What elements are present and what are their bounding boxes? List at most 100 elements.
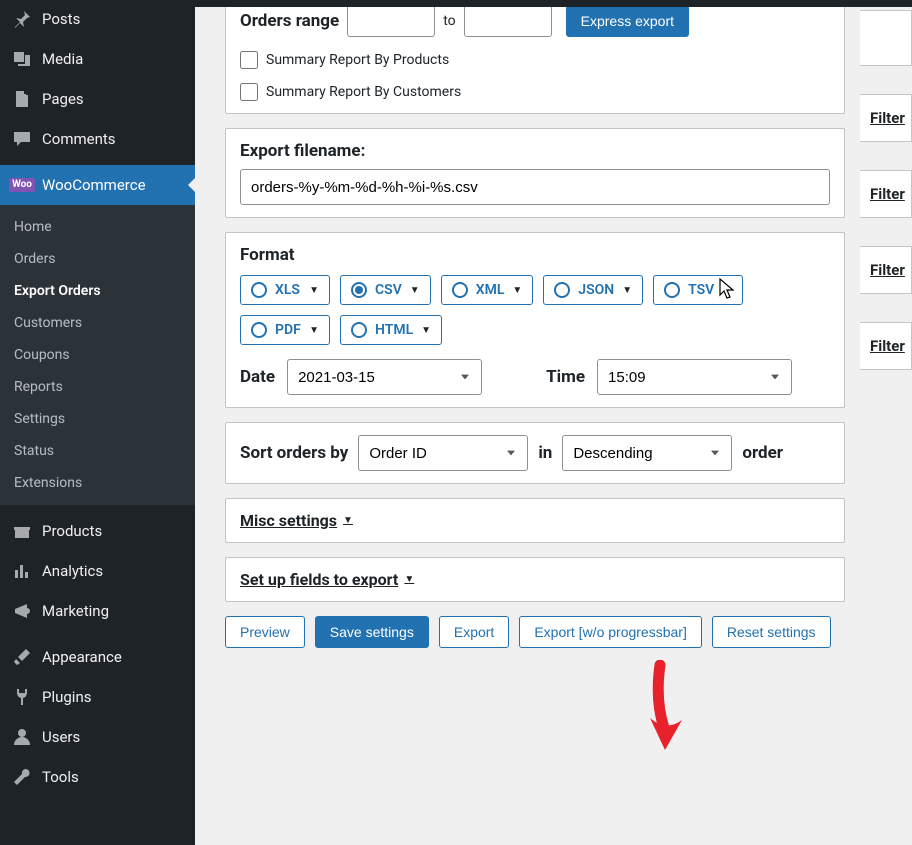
summary-customers-checkbox-row[interactable]: Summary Report By Customers — [240, 83, 830, 101]
summary-products-checkbox-row[interactable]: Summary Report By Products — [240, 51, 830, 69]
format-option-tsv[interactable]: TSV ▼ — [653, 275, 743, 305]
woocommerce-icon: Woo — [12, 175, 32, 195]
sidebar-item-marketing[interactable]: Marketing — [0, 591, 195, 631]
export-filename-input[interactable] — [240, 169, 830, 205]
orders-range-to-text: to — [443, 13, 455, 29]
format-option-pdf[interactable]: PDF ▼ — [240, 315, 330, 345]
format-label: Format — [240, 245, 830, 265]
sidebar-item-analytics[interactable]: Analytics — [0, 551, 195, 591]
chevron-down-icon: ▼ — [421, 325, 431, 336]
filter-stub[interactable]: Filter — [860, 322, 912, 370]
filter-stub[interactable] — [860, 10, 912, 66]
filter-stub[interactable]: Filter — [860, 246, 912, 294]
format-option-label: CSV — [375, 282, 402, 298]
sidebar-item-media[interactable]: Media — [0, 39, 195, 79]
filter-stub[interactable]: Filter — [860, 170, 912, 218]
sidebar-label: Pages — [42, 90, 84, 108]
admin-top-bar — [0, 0, 912, 7]
sort-direction-select[interactable]: Descending — [562, 435, 732, 471]
actions-row: Preview Save settings Export Export [w/o… — [225, 616, 865, 648]
annotation-arrow-icon — [640, 660, 690, 760]
chevron-down-icon: ▼ — [622, 285, 632, 296]
products-icon — [12, 521, 32, 541]
sidebar-item-tools[interactable]: Tools — [0, 757, 195, 797]
sub-orders[interactable]: Orders — [0, 243, 195, 275]
sub-settings[interactable]: Settings — [0, 403, 195, 435]
radio-icon — [351, 322, 367, 338]
summary-customers-label: Summary Report By Customers — [266, 84, 461, 100]
media-icon — [12, 49, 32, 69]
sub-coupons[interactable]: Coupons — [0, 339, 195, 371]
comment-icon — [12, 129, 32, 149]
sidebar-label: Media — [42, 50, 83, 68]
format-option-label: PDF — [275, 322, 301, 338]
chevron-down-icon: ▼ — [410, 285, 420, 296]
sidebar-item-posts[interactable]: Posts — [0, 7, 195, 39]
chevron-down-icon: ▼ — [404, 574, 414, 585]
orders-range-panel: Orders range to Express export Summary R… — [225, 4, 845, 114]
radio-icon — [251, 322, 267, 338]
sidebar-item-appearance[interactable]: Appearance — [0, 637, 195, 677]
format-option-html[interactable]: HTML ▼ — [340, 315, 442, 345]
sort-field-select[interactable]: Order ID — [358, 435, 528, 471]
misc-settings-toggle[interactable]: Misc settings ▼ — [240, 511, 353, 530]
time-select[interactable]: 15:09 — [597, 359, 792, 395]
chevron-down-icon: ▼ — [722, 285, 732, 296]
export-button[interactable]: Export — [439, 616, 509, 648]
reset-settings-button[interactable]: Reset settings — [712, 616, 831, 648]
sidebar-label: Analytics — [42, 562, 103, 580]
format-option-label: HTML — [375, 322, 413, 338]
pin-icon — [12, 9, 32, 29]
date-label: Date — [240, 367, 275, 387]
sub-export-orders[interactable]: Export Orders — [0, 275, 195, 307]
export-no-progress-button[interactable]: Export [w/o progressbar] — [519, 616, 702, 648]
page-icon — [12, 89, 32, 109]
format-option-label: TSV — [688, 282, 714, 298]
misc-settings-panel: Misc settings ▼ — [225, 498, 845, 543]
sidebar-item-pages[interactable]: Pages — [0, 79, 195, 119]
save-settings-button[interactable]: Save settings — [315, 616, 429, 648]
sidebar-label: Marketing — [42, 602, 109, 620]
sort-panel: Sort orders by Order ID in Descending or… — [225, 422, 845, 484]
express-export-button[interactable]: Express export — [566, 5, 689, 37]
sub-customers[interactable]: Customers — [0, 307, 195, 339]
sidebar-item-comments[interactable]: Comments — [0, 119, 195, 159]
preview-button[interactable]: Preview — [225, 616, 305, 648]
format-option-label: XML — [476, 282, 505, 298]
filter-stub[interactable]: Filter — [860, 94, 912, 142]
sidebar-item-products[interactable]: Products — [0, 511, 195, 551]
sidebar-label: Comments — [42, 130, 116, 148]
radio-icon — [664, 282, 680, 298]
sub-status[interactable]: Status — [0, 435, 195, 467]
sidebar-item-users[interactable]: Users — [0, 717, 195, 757]
sidebar-label: WooCommerce — [42, 176, 146, 194]
orders-range-to-input[interactable] — [464, 5, 552, 37]
format-option-csv[interactable]: CSV ▼ — [340, 275, 431, 305]
summary-products-label: Summary Report By Products — [266, 52, 449, 68]
time-label: Time — [546, 367, 585, 387]
sidebar-label: Tools — [42, 768, 79, 786]
sidebar-label: Appearance — [42, 648, 122, 666]
format-options-group: XLS ▼ CSV ▼ XML ▼ JSON ▼ — [240, 275, 830, 345]
fields-toggle[interactable]: Set up fields to export ▼ — [240, 570, 414, 589]
sidebar-label: Products — [42, 522, 102, 540]
export-filename-panel: Export filename: — [225, 128, 845, 218]
sub-home[interactable]: Home — [0, 211, 195, 243]
summary-customers-checkbox[interactable] — [240, 83, 258, 101]
radio-icon — [554, 282, 570, 298]
sub-reports[interactable]: Reports — [0, 371, 195, 403]
format-option-xls[interactable]: XLS ▼ — [240, 275, 330, 305]
marketing-icon — [12, 601, 32, 621]
sidebar-item-woocommerce[interactable]: Woo WooCommerce — [0, 165, 195, 205]
wrench-icon — [12, 767, 32, 787]
summary-products-checkbox[interactable] — [240, 51, 258, 69]
format-option-xml[interactable]: XML ▼ — [441, 275, 534, 305]
brush-icon — [12, 647, 32, 667]
radio-icon — [351, 282, 367, 298]
format-option-json[interactable]: JSON ▼ — [543, 275, 643, 305]
orders-range-from-input[interactable] — [347, 5, 435, 37]
date-select[interactable]: 2021-03-15 — [287, 359, 482, 395]
sidebar-item-plugins[interactable]: Plugins — [0, 677, 195, 717]
misc-settings-label: Misc settings — [240, 511, 337, 530]
sub-extensions[interactable]: Extensions — [0, 467, 195, 499]
